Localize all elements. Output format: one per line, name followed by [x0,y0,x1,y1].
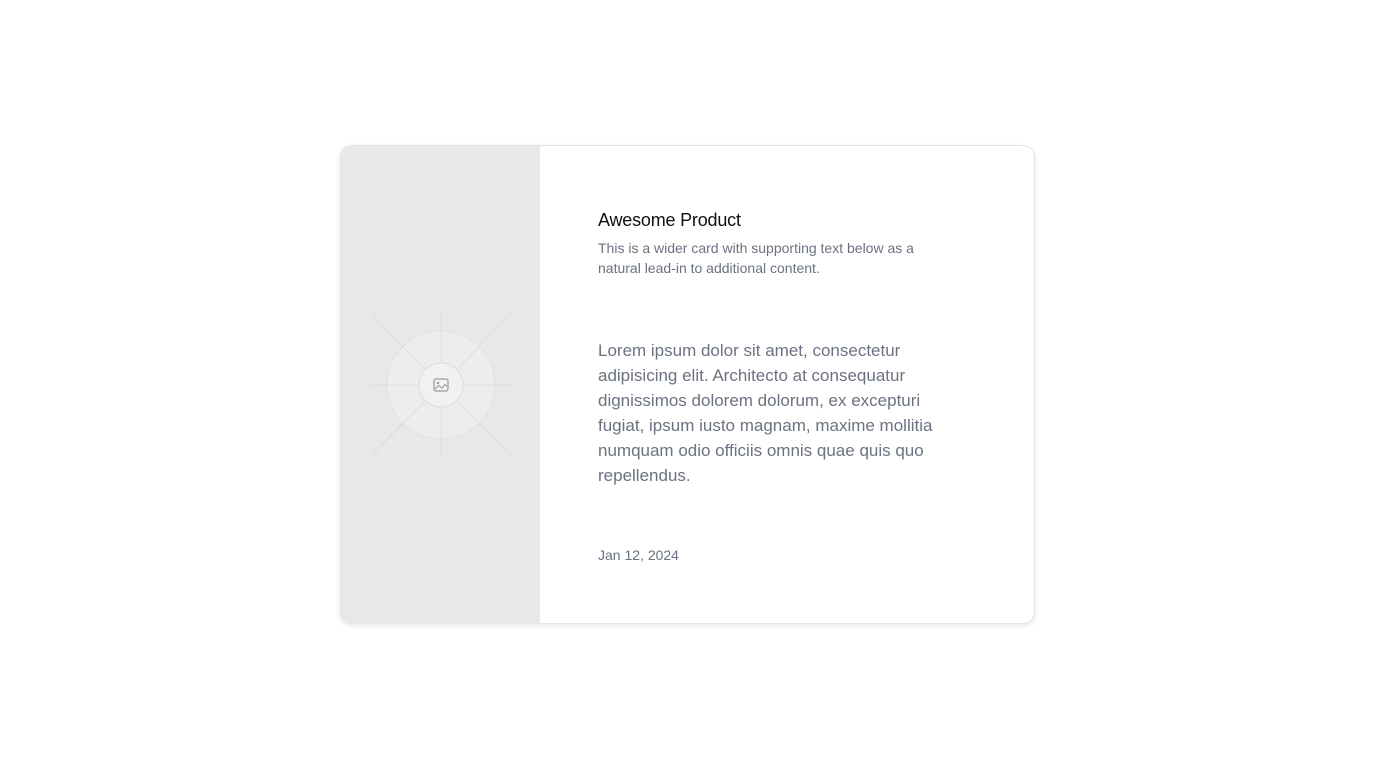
card-title: Awesome Product [598,210,741,230]
image-placeholder [341,146,540,623]
card-date: Jan 12, 2024 [598,547,679,563]
card-body: Lorem ipsum dolor sit amet, consectetur … [598,341,933,485]
card-subtitle: This is a wider card with supporting tex… [598,240,914,276]
placeholder-graphic [370,313,512,457]
product-card: Awesome Product This is a wider card wit… [340,145,1035,624]
card-content: Awesome Product This is a wider card wit… [540,146,1034,623]
